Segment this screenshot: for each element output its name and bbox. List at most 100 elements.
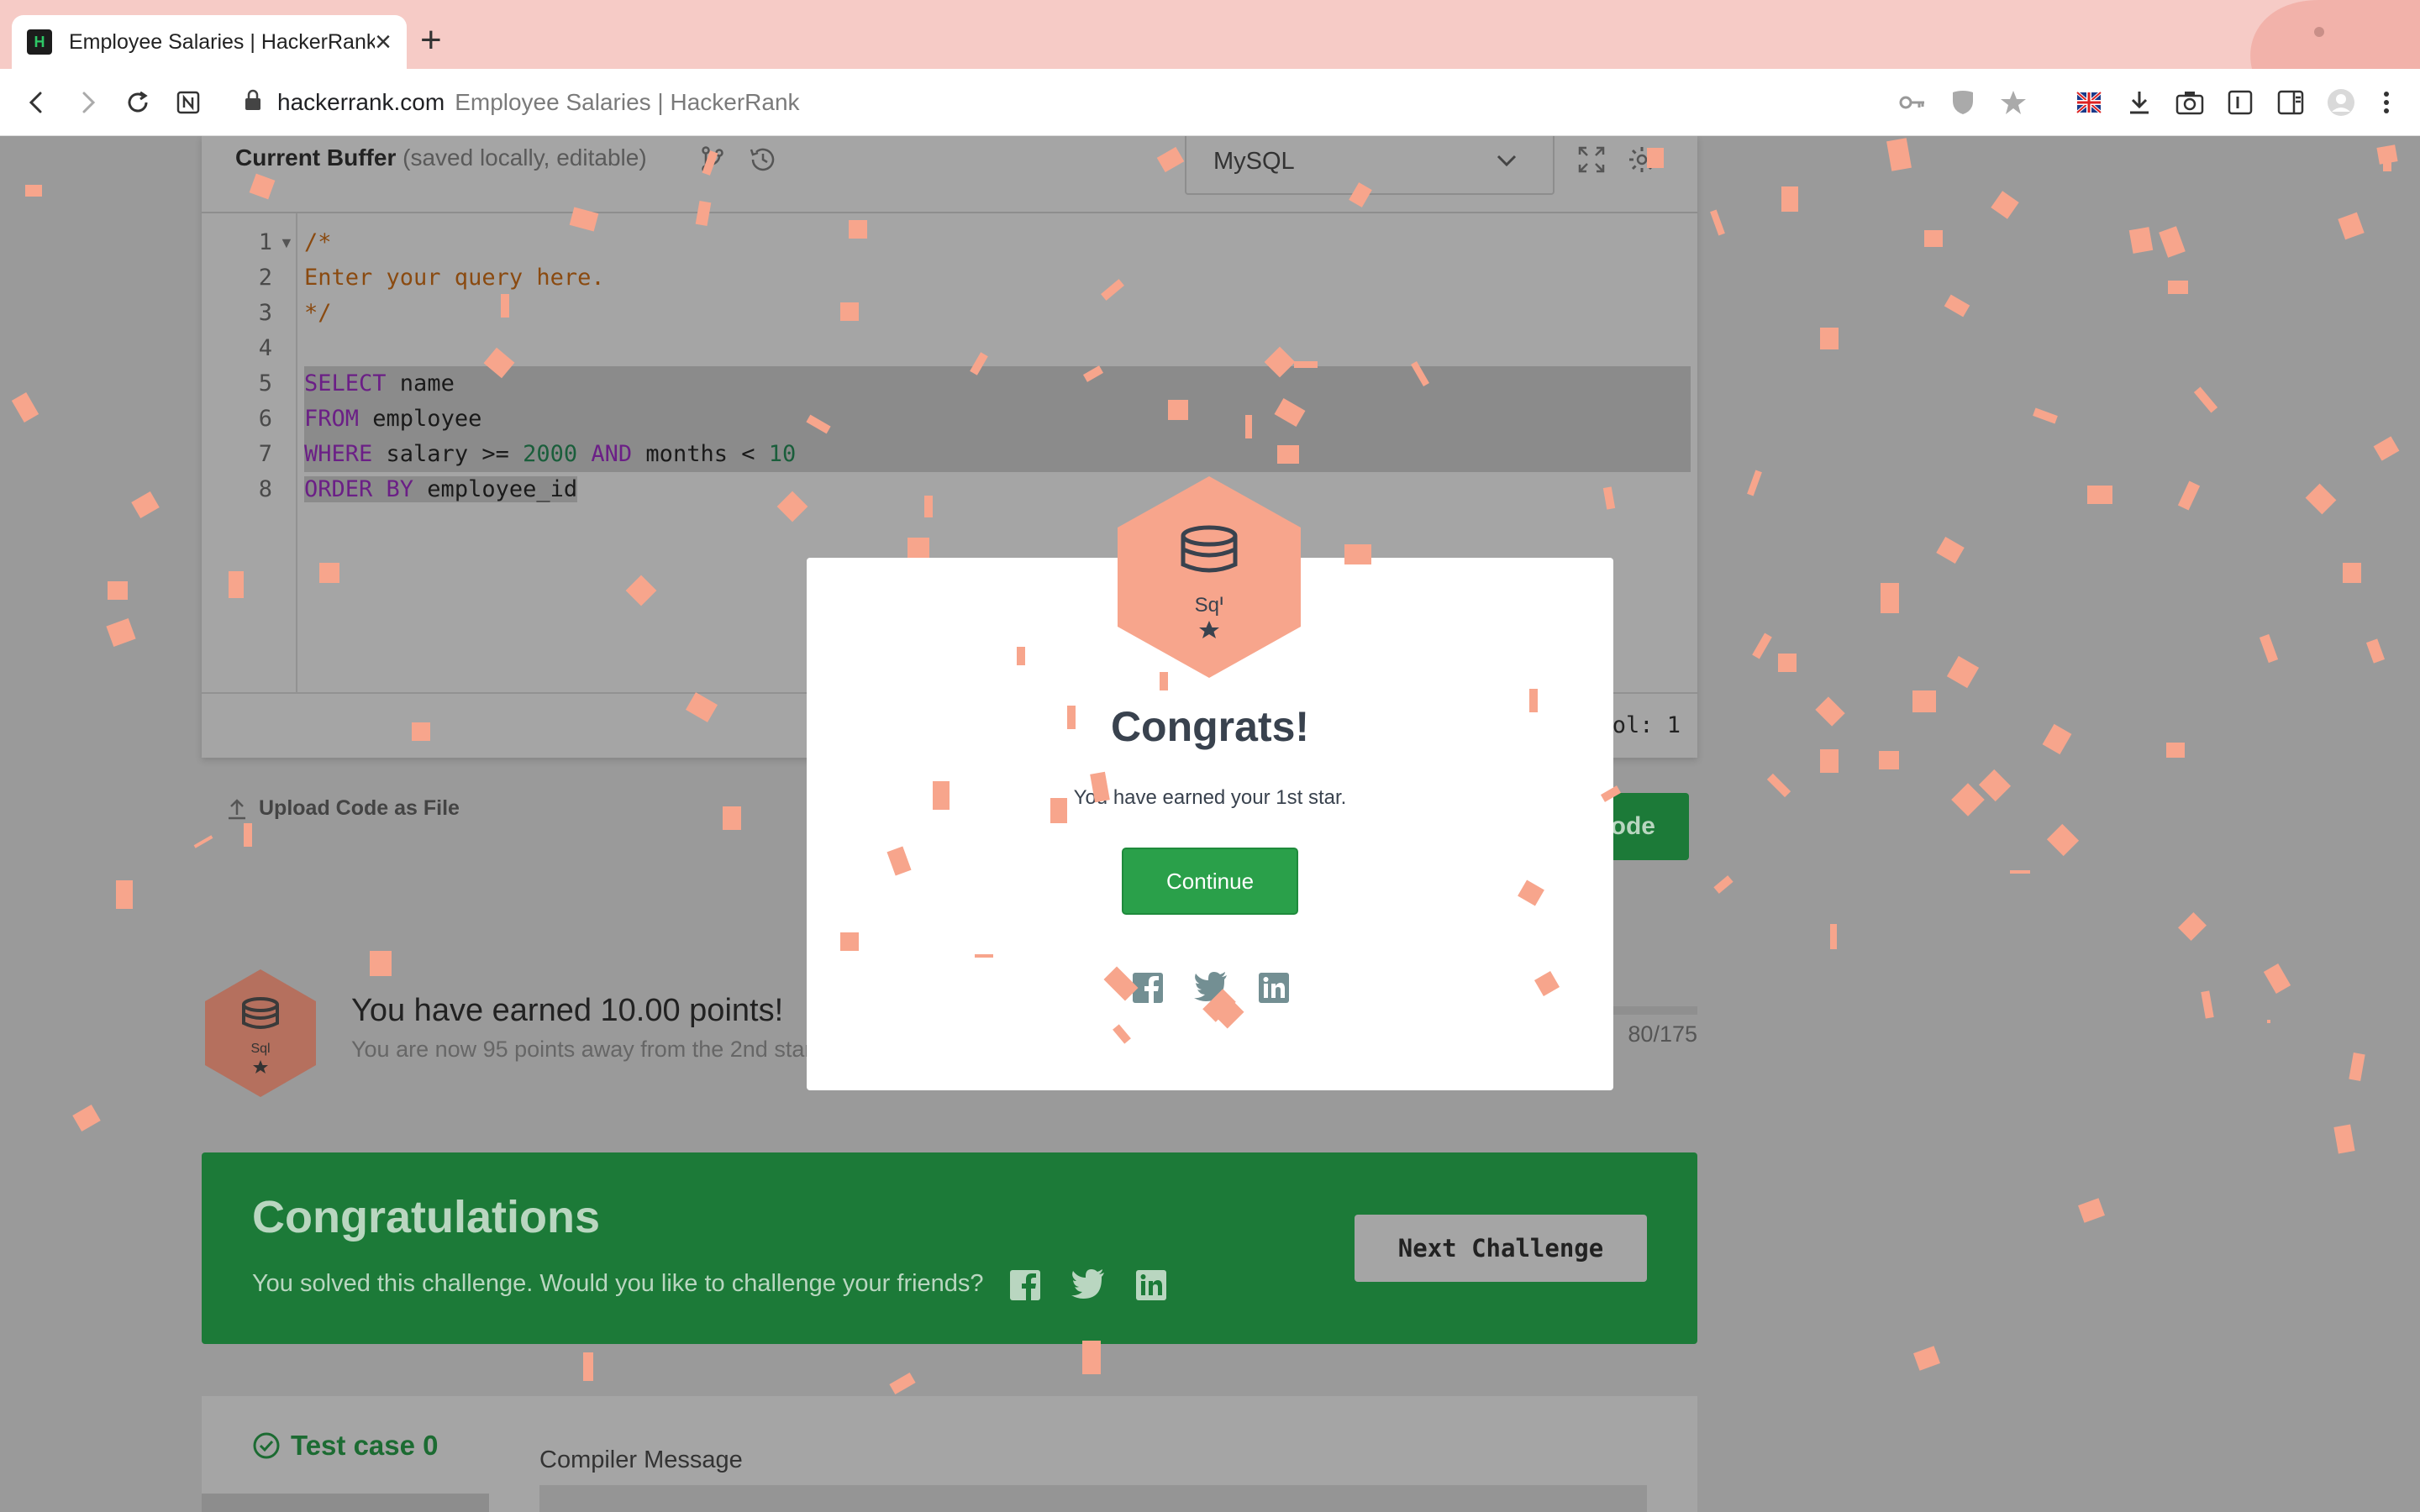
code-token: FROM xyxy=(304,406,360,432)
twitter-icon[interactable] xyxy=(1071,1268,1106,1299)
sql-badge-label: Sql xyxy=(1195,594,1224,617)
history-icon[interactable] xyxy=(748,144,778,175)
address-field[interactable]: hackerrank.com Employee Salaries | Hacke… xyxy=(244,86,800,119)
linkedin-icon[interactable] xyxy=(1257,971,1291,1005)
browser-tab-active[interactable]: H Employee Salaries | HackerRank × xyxy=(12,15,407,69)
code-area[interactable]: /* Enter your query here. */SELECT name FRO… xyxy=(304,225,1691,507)
browser-toolbar: hackerrank.com Employee Salaries | Hacke… xyxy=(0,69,2420,136)
continue-button[interactable]: Continue xyxy=(1122,848,1298,915)
branch-icon[interactable] xyxy=(697,144,728,175)
chevron-down-icon xyxy=(1494,148,1519,177)
camera-icon[interactable] xyxy=(2175,87,2205,118)
code-token: 10 xyxy=(768,441,797,467)
profile-avatar-icon[interactable] xyxy=(2326,87,2356,118)
key-icon[interactable] xyxy=(1897,87,1928,118)
compiler-message-label: Compiler Message xyxy=(539,1446,743,1473)
line-number: 5 xyxy=(258,370,272,396)
settings-gear-icon[interactable] xyxy=(1627,144,1657,175)
speed-dial-icon[interactable] xyxy=(173,87,203,118)
code-token: employee xyxy=(359,406,482,432)
reader-view-icon[interactable] xyxy=(2225,87,2255,118)
browser-tabstrip: H Employee Salaries | HackerRank × + xyxy=(0,0,2420,69)
bookmark-star-icon[interactable] xyxy=(1998,87,2028,118)
code-token: WHERE xyxy=(304,441,373,467)
buffer-title: Current Buffer (saved locally, editable) xyxy=(235,144,647,171)
code-token: */ xyxy=(304,300,332,326)
facebook-icon[interactable] xyxy=(1131,971,1165,1005)
modal-subtitle: You have earned your 1st star. xyxy=(1073,786,1347,809)
linkedin-icon[interactable] xyxy=(1134,1268,1168,1302)
code-line: FROM employee xyxy=(304,402,1691,437)
code-line: WHERE salary >= 2000 AND months < 10 xyxy=(304,437,1691,472)
next-challenge-label: Next Challenge xyxy=(1397,1234,1604,1263)
tab-title: Employee Salaries | HackerRank xyxy=(69,29,376,54)
code-line: ORDER BY employee_id xyxy=(304,472,1691,507)
new-tab-icon[interactable]: + xyxy=(420,22,442,59)
submit-code-label: ode xyxy=(1610,812,1655,840)
sql-badge-small-label: Sql xyxy=(250,1042,270,1056)
buffer-subtitle: (saved locally, editable) xyxy=(402,144,647,171)
line-number: 2 xyxy=(258,265,272,291)
url-page-title: Employee Salaries | HackerRank xyxy=(455,89,800,115)
code-token: SELECT xyxy=(304,370,387,396)
code-token: months < xyxy=(632,441,769,467)
reload-icon[interactable] xyxy=(123,87,153,118)
fullscreen-icon[interactable] xyxy=(1576,144,1607,175)
language-value: MySQL xyxy=(1213,148,1295,175)
code-line: /* xyxy=(304,225,1691,260)
upload-icon xyxy=(229,798,245,819)
banner-subtitle: You solved this challenge. Would you lik… xyxy=(252,1270,984,1297)
back-icon[interactable] xyxy=(22,87,52,118)
code-token: name xyxy=(386,370,455,396)
upload-code-link[interactable]: Upload Code as File xyxy=(227,796,460,821)
theme-decoration xyxy=(2235,0,2420,69)
test-results-panel: Test case 0 Compiler Message xyxy=(202,1396,1697,1512)
download-icon[interactable] xyxy=(2124,87,2154,118)
test-case-tab-indicator xyxy=(202,1494,489,1512)
upload-code-label: Upload Code as File xyxy=(259,796,460,820)
forward-icon[interactable] xyxy=(72,87,103,118)
points-away-text: You are now 95 points away from the 2nd … xyxy=(351,1037,813,1062)
test-case-label: Test case 0 xyxy=(291,1430,439,1461)
editor-header: Current Buffer (saved locally, editable)… xyxy=(202,136,1697,213)
code-token: salary >= xyxy=(372,441,523,467)
star-progress-count: 80/175 xyxy=(1628,1021,1697,1047)
banner-title: Congratulations xyxy=(252,1192,600,1242)
buffer-title-text: Current Buffer xyxy=(235,144,397,171)
url-domain: hackerrank.com xyxy=(277,89,445,115)
earned-points-text: You have earned 10.00 points! xyxy=(351,993,784,1028)
flag-extension-icon[interactable] xyxy=(2074,87,2104,118)
line-number: 7 xyxy=(258,441,272,467)
hackerrank-favicon-icon: H xyxy=(27,29,52,55)
line-number: 6 xyxy=(258,406,272,432)
line-number: 8 xyxy=(258,476,272,502)
twitter-icon[interactable] xyxy=(1193,971,1228,1001)
code-token: ORDER BY xyxy=(304,476,414,502)
more-menu-icon[interactable] xyxy=(2371,87,2402,118)
code-line: */ xyxy=(304,296,1691,331)
check-circle-icon xyxy=(253,1432,280,1459)
code-line: SELECT name xyxy=(304,366,1691,402)
language-select[interactable]: MySQL xyxy=(1185,136,1555,195)
sql-star-badge: Sql xyxy=(1114,474,1304,680)
shield-icon[interactable] xyxy=(1948,87,1978,118)
banner-social-icons xyxy=(1008,1268,1168,1302)
line-number: 1 xyxy=(258,229,272,255)
code-token: Enter your query here. xyxy=(304,265,605,291)
tab-close-icon[interactable]: × xyxy=(375,28,392,56)
code-token: 2000 xyxy=(523,441,578,467)
sidebar-toggle-icon[interactable] xyxy=(2275,87,2306,118)
code-token: employee_id xyxy=(413,476,578,502)
test-case-tab[interactable]: Test case 0 xyxy=(252,1430,439,1462)
star-progress-bar xyxy=(1613,1006,1697,1015)
fold-arrow-icon[interactable]: ▼ xyxy=(279,225,294,260)
code-token: /* xyxy=(304,229,332,255)
code-line: Enter your query here. xyxy=(304,260,1691,296)
facebook-icon[interactable] xyxy=(1008,1268,1042,1302)
compiler-message-box xyxy=(539,1485,1647,1512)
line-number: 4 xyxy=(258,335,272,361)
line-numbers: 1 2 3 4 5 6 7 8 xyxy=(202,225,272,507)
modal-social-icons xyxy=(1131,971,1291,1005)
next-challenge-button[interactable]: Next Challenge xyxy=(1355,1215,1647,1282)
